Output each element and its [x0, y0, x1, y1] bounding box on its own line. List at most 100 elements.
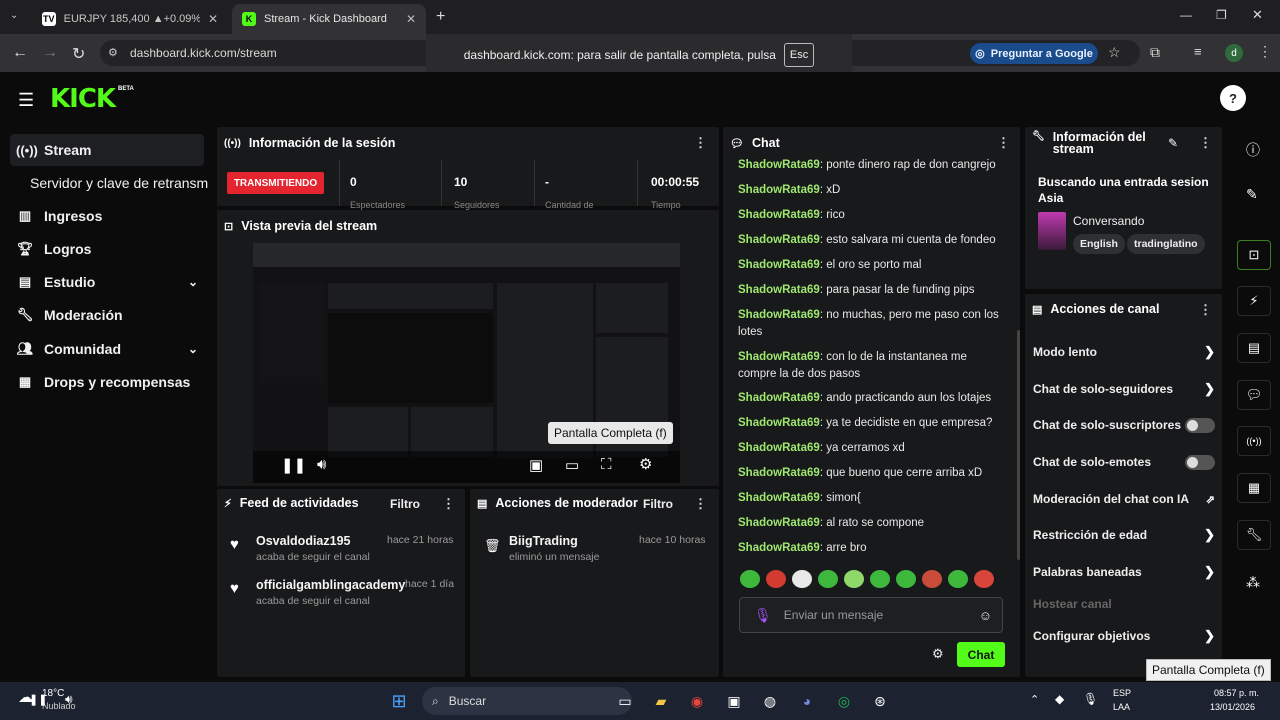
- tray-chevron-icon[interactable]: ⌃: [1030, 693, 1039, 706]
- minimize-icon[interactable]: —: [1180, 8, 1192, 22]
- sidebar-item-estudio[interactable]: ▤ Estudio ⌄: [10, 267, 204, 297]
- emote-icon[interactable]: [844, 570, 864, 588]
- emote-icon[interactable]: [766, 570, 786, 588]
- language-indicator[interactable]: ESP: [1113, 688, 1131, 698]
- action-restriccion-edad[interactable]: Restricción de edad ❯: [1033, 525, 1215, 545]
- stream-info-menu-icon[interactable]: ⋮: [1199, 135, 1212, 151]
- emotes-only-toggle[interactable]: [1185, 454, 1215, 470]
- close-window-icon[interactable]: ✕: [1252, 7, 1263, 23]
- sidebar-item-drops[interactable]: ▦ Drops y recompensas: [10, 367, 204, 397]
- pip-icon[interactable]: ▣: [529, 456, 543, 474]
- action-configurar-objetivos[interactable]: Configurar objetivos ❯: [1033, 626, 1215, 646]
- rail-session-button[interactable]: ((•)): [1237, 426, 1271, 456]
- feed-user[interactable]: officialgamblingacademy: [256, 578, 405, 592]
- mod-filter-button[interactable]: Filtro: [643, 497, 673, 511]
- hamburger-menu-icon[interactable]: ☰: [18, 90, 34, 111]
- tray-app-icon[interactable]: ◆: [1055, 692, 1064, 706]
- discord-icon[interactable]: ◕: [796, 690, 818, 712]
- info-icon[interactable]: ⓘ: [1246, 140, 1260, 160]
- emote-icon[interactable]: [792, 570, 812, 588]
- rail-preview-button[interactable]: ⊡: [1237, 240, 1271, 270]
- chat-scrollbar[interactable]: [1017, 330, 1020, 560]
- emote-icon[interactable]: [974, 570, 994, 588]
- clock-date[interactable]: 13/01/2026: [1210, 702, 1255, 712]
- kick-logo[interactable]: KICK: [50, 84, 116, 114]
- theater-icon[interactable]: ▭: [565, 456, 579, 474]
- site-info-icon[interactable]: ⚙: [108, 46, 118, 59]
- mod-user[interactable]: BiigTrading: [509, 534, 578, 548]
- edit-icon[interactable]: ✎: [1246, 186, 1258, 203]
- emoji-icon[interactable]: ☺: [979, 608, 992, 623]
- forward-icon[interactable]: →: [42, 44, 58, 62]
- send-chat-button[interactable]: Chat: [957, 642, 1005, 667]
- tab-kick-dashboard[interactable]: K Stream - Kick Dashboard ✕: [232, 4, 426, 34]
- rail-modactions-button[interactable]: ▤: [1237, 333, 1271, 363]
- bookmark-star-icon[interactable]: ☆: [1108, 44, 1121, 61]
- layout-icon[interactable]: ⁂: [1246, 574, 1260, 591]
- subscribers-only-toggle[interactable]: [1185, 417, 1215, 433]
- app-icon[interactable]: ⊛: [869, 690, 891, 712]
- settings-gear-icon[interactable]: ⚙: [639, 455, 652, 473]
- chrome-icon[interactable]: ◉: [686, 690, 708, 712]
- help-icon[interactable]: ?: [1220, 85, 1246, 111]
- rail-stream-info-button[interactable]: 🔧︎: [1237, 520, 1271, 550]
- windows-start-icon[interactable]: ⊞: [388, 690, 410, 712]
- session-menu-icon[interactable]: ⋮: [694, 135, 707, 151]
- tab-list-chevron-icon[interactable]: ⌄: [10, 10, 18, 21]
- restore-icon[interactable]: ❐: [1216, 8, 1227, 22]
- new-tab-icon[interactable]: +: [436, 8, 445, 26]
- back-icon[interactable]: ←: [12, 44, 28, 62]
- rail-activity-button[interactable]: ⚡︎: [1237, 286, 1271, 316]
- emote-icon[interactable]: [922, 570, 942, 588]
- steam-icon[interactable]: ◍: [759, 690, 781, 712]
- sidebar-item-moderacion[interactable]: 🔧︎ Moderación: [10, 300, 204, 330]
- clock-time[interactable]: 08:57 p. m.: [1214, 688, 1259, 698]
- close-tab-icon[interactable]: ✕: [208, 12, 218, 26]
- chat-settings-gear-icon[interactable]: ⚙: [932, 646, 944, 662]
- chat-message-input[interactable]: 🎙︎ Enviar un mensaje ☺: [739, 597, 1003, 633]
- close-tab-icon[interactable]: ✕: [406, 12, 416, 26]
- action-palabras-baneadas[interactable]: Palabras baneadas ❯: [1033, 562, 1215, 582]
- microphone-icon[interactable]: 🎙︎: [754, 607, 772, 624]
- emote-icon[interactable]: [740, 570, 760, 588]
- sidebar-item-server-key[interactable]: Servidor y clave de retransm: [10, 168, 215, 198]
- ask-google-button[interactable]: ◎ Preguntar a Google: [970, 43, 1098, 64]
- sidebar-item-logros[interactable]: 🏆︎ Logros: [10, 234, 204, 264]
- emote-icon[interactable]: [896, 570, 916, 588]
- chat-menu-icon[interactable]: ⋮: [997, 135, 1010, 151]
- extensions-icon[interactable]: ⧉: [1150, 44, 1160, 61]
- volume-icon[interactable]: 🔊︎: [317, 456, 326, 473]
- action-solo-seguidores[interactable]: Chat de solo-seguidores ❯: [1033, 379, 1215, 399]
- browser-menu-icon[interactable]: ⋮: [1258, 43, 1272, 60]
- profile-avatar[interactable]: d: [1225, 44, 1243, 62]
- store-icon[interactable]: ▣: [723, 690, 745, 712]
- feed-filter-button[interactable]: Filtro: [390, 497, 420, 511]
- emote-icon[interactable]: [870, 570, 890, 588]
- sidebar-item-comunidad[interactable]: 👥︎ Comunidad ⌄: [10, 334, 204, 364]
- channel-actions-menu-icon[interactable]: ⋮: [1199, 302, 1212, 318]
- mod-menu-icon[interactable]: ⋮: [694, 496, 707, 512]
- tag-english[interactable]: English: [1073, 234, 1125, 254]
- task-view-icon[interactable]: ▭: [614, 690, 636, 712]
- emote-icon[interactable]: [948, 570, 968, 588]
- media-icon[interactable]: ≡: [1194, 44, 1202, 59]
- action-ia-moderation[interactable]: Moderación del chat con IA ⇗: [1033, 489, 1215, 509]
- file-explorer-icon[interactable]: ▰: [650, 690, 672, 712]
- pause-icon[interactable]: ❚❚: [281, 456, 306, 474]
- tab-eurjpy[interactable]: TV EURJPY 185,400 ▲+0.09% Sin ✕: [32, 4, 228, 34]
- sidebar-item-ingresos[interactable]: ▥ Ingresos: [10, 201, 204, 231]
- edit-pencil-icon[interactable]: ✎: [1168, 136, 1178, 150]
- sidebar-item-stream[interactable]: ((•)) Stream: [10, 134, 204, 166]
- category-name[interactable]: Conversando: [1073, 214, 1144, 228]
- spotify-icon[interactable]: ◎: [833, 690, 855, 712]
- tag-tradinglatino[interactable]: tradinglatino: [1127, 234, 1205, 254]
- action-modo-lento[interactable]: Modo lento ❯: [1033, 342, 1215, 362]
- feed-user[interactable]: Osvaldodiaz195: [256, 534, 351, 548]
- taskbar-search[interactable]: ⌕ Buscar: [422, 687, 632, 715]
- fullscreen-icon[interactable]: ⛶: [601, 456, 612, 473]
- emote-icon[interactable]: [818, 570, 838, 588]
- microphone-tray-icon[interactable]: 🎙︎: [1083, 692, 1098, 706]
- feed-menu-icon[interactable]: ⋮: [442, 496, 455, 512]
- rail-channel-actions-button[interactable]: ▦: [1237, 473, 1271, 503]
- rail-chat-button[interactable]: 💬︎: [1237, 380, 1271, 410]
